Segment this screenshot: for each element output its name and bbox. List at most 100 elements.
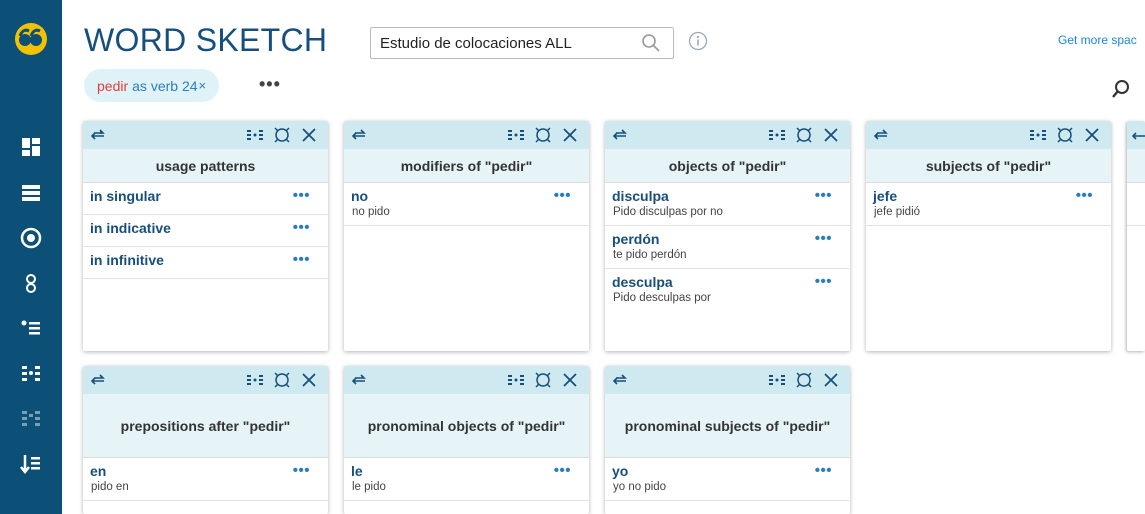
view-options-icon[interactable] — [507, 126, 525, 144]
close-icon[interactable] — [561, 126, 579, 144]
connection-icon[interactable] — [13, 265, 49, 301]
focus-icon[interactable] — [273, 126, 291, 144]
card-toolbar — [344, 366, 589, 394]
card-prepositions-after: prepositions after "pedir" en pido en ••• — [83, 366, 328, 514]
row-more-button[interactable]: ••• — [815, 462, 832, 479]
view-options-icon[interactable] — [507, 371, 525, 389]
chip-more-button[interactable]: ••• — [259, 74, 281, 95]
card-title: pronominal objects of "pedir" — [344, 394, 589, 458]
focus-icon[interactable] — [795, 126, 813, 144]
card-toolbar — [83, 121, 328, 149]
close-icon[interactable] — [300, 126, 318, 144]
row-more-button[interactable]: ••• — [293, 251, 310, 268]
card-toolbar — [605, 366, 850, 394]
card-pronominal-objects: pronominal objects of "pedir" le le pido •… — [344, 366, 589, 514]
close-icon[interactable] — [822, 371, 840, 389]
focus-icon[interactable] — [534, 126, 552, 144]
card-toolbar — [344, 121, 589, 149]
list-item[interactable]: desculpa Pido desculpas por ••• — [605, 269, 850, 312]
collocate[interactable]: yo — [612, 463, 843, 479]
chip-close-button[interactable]: × — [199, 78, 207, 93]
info-icon[interactable] — [688, 31, 708, 51]
close-icon[interactable] — [822, 126, 840, 144]
corpus-selector[interactable]: Estudio de colocaciones ALL — [370, 27, 674, 59]
close-icon[interactable] — [300, 371, 318, 389]
row-more-button[interactable]: ••• — [554, 187, 571, 204]
row-more-button[interactable]: ••• — [815, 187, 832, 204]
collocate[interactable]: jefe — [873, 188, 1104, 204]
example: jefe pidió — [874, 206, 921, 218]
card-objects: objects of "pedir" disculpa Pido disculpa… — [605, 121, 850, 351]
list-item[interactable]: in indicative ••• — [83, 215, 328, 247]
bullet-list-icon[interactable] — [13, 310, 49, 346]
sort-icon[interactable] — [13, 446, 49, 482]
swap-icon[interactable] — [873, 127, 889, 143]
view-options-icon[interactable] — [246, 126, 264, 144]
row-more-button[interactable]: ••• — [554, 462, 571, 479]
focus-icon[interactable] — [534, 371, 552, 389]
focus-icon[interactable] — [273, 371, 291, 389]
swap-icon[interactable] — [90, 372, 106, 388]
swap-icon[interactable] — [1131, 127, 1145, 143]
word-sketch-icon[interactable] — [13, 355, 49, 391]
collocate[interactable]: in singular — [90, 188, 321, 204]
list-item[interactable]: perdón te pido perdón ••• — [605, 226, 850, 269]
card-pronominal-subjects: pronominal subjects of "pedir" yo yo no p… — [605, 366, 850, 514]
focus-icon[interactable] — [1056, 126, 1074, 144]
list-item[interactable]: yo yo no pido ••• — [605, 458, 850, 501]
row-more-button[interactable]: ••• — [293, 187, 310, 204]
collocate[interactable]: no — [351, 188, 582, 204]
view-options-icon[interactable] — [1029, 126, 1047, 144]
card-title: usage patterns — [83, 149, 328, 183]
swap-icon[interactable] — [612, 127, 628, 143]
focus-icon[interactable] — [795, 371, 813, 389]
dashboard-icon[interactable] — [13, 129, 49, 165]
collocate[interactable]: desculpa — [612, 274, 843, 290]
card-usage-patterns: usage patterns in singular ••• in indicat… — [83, 121, 328, 351]
list-item[interactable]: in singular ••• — [83, 183, 328, 215]
collocate[interactable]: le — [351, 463, 582, 479]
query-chip[interactable]: pedir as verb 24 × — [84, 69, 220, 102]
list-item[interactable]: le le pido ••• — [344, 458, 589, 501]
zoom-icon[interactable] — [1110, 78, 1132, 100]
view-options-icon[interactable] — [768, 371, 786, 389]
card-title: modifiers of "pedir" — [344, 149, 589, 183]
row-more-button[interactable]: ••• — [293, 462, 310, 479]
card-title: prepositions after "pedir" — [83, 394, 328, 458]
example: te pido perdón — [613, 249, 687, 261]
search-icon[interactable] — [641, 33, 661, 53]
chip-label: as verb 24 — [132, 77, 198, 94]
page-title: WORD SKETCH — [84, 22, 328, 58]
close-icon[interactable] — [1083, 126, 1101, 144]
collocate[interactable]: in infinitive — [90, 252, 321, 268]
swap-icon[interactable] — [351, 127, 367, 143]
card-toolbar — [866, 121, 1111, 149]
card-title: pronominal subjects of "pedir" — [605, 394, 850, 458]
difference-icon[interactable] — [13, 400, 49, 436]
collocate[interactable]: disculpa — [612, 188, 843, 204]
get-more-space-link[interactable]: Get more spac — [1058, 33, 1137, 47]
corpus-name: Estudio de colocaciones ALL — [380, 34, 572, 52]
view-options-icon[interactable] — [768, 126, 786, 144]
swap-icon[interactable] — [90, 127, 106, 143]
view-options-icon[interactable] — [246, 371, 264, 389]
app-logo-icon[interactable] — [14, 22, 48, 56]
list-icon[interactable] — [13, 175, 49, 211]
collocate[interactable]: in indicative — [90, 220, 321, 236]
list-item[interactable]: disculpa Pido disculpas por no ••• — [605, 183, 850, 226]
row-more-button[interactable]: ••• — [815, 230, 832, 247]
row-more-button[interactable]: ••• — [815, 273, 832, 290]
swap-icon[interactable] — [612, 372, 628, 388]
example: yo no pido — [613, 481, 667, 493]
list-item[interactable]: in infinitive ••• — [83, 247, 328, 279]
swap-icon[interactable] — [351, 372, 367, 388]
collocate[interactable]: perdón — [612, 231, 843, 247]
list-item[interactable]: jefe jefe pidió ••• — [866, 183, 1111, 226]
row-more-button[interactable]: ••• — [293, 219, 310, 236]
row-more-button[interactable]: ••• — [1076, 187, 1093, 204]
collocate[interactable]: en — [90, 463, 321, 479]
target-icon[interactable] — [13, 220, 49, 256]
list-item[interactable]: no no pido ••• — [344, 183, 589, 226]
close-icon[interactable] — [561, 371, 579, 389]
list-item[interactable]: en pido en ••• — [83, 458, 328, 501]
